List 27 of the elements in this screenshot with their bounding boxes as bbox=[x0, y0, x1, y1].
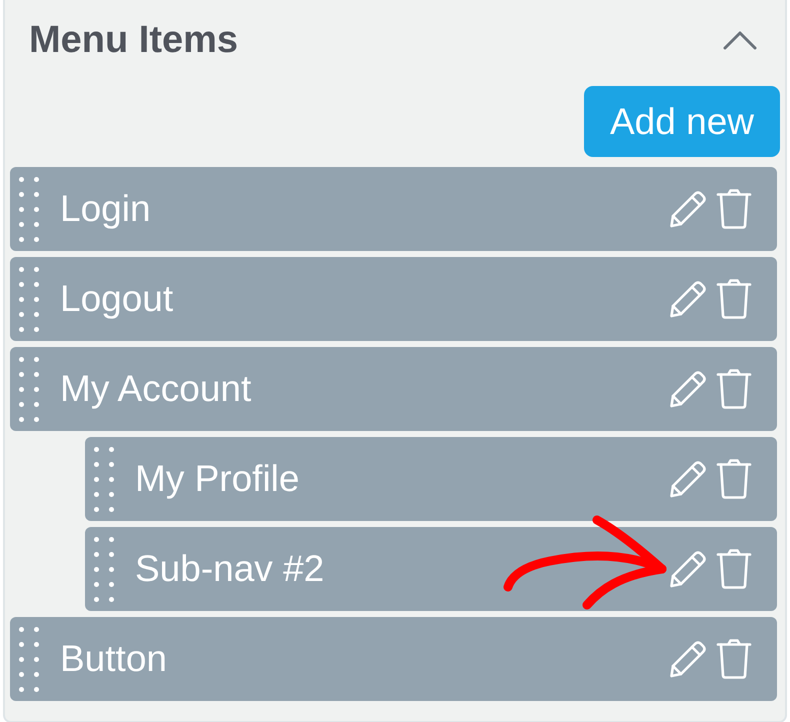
menu-item-label: Button bbox=[60, 638, 167, 680]
drag-handle-icon[interactable] bbox=[19, 356, 39, 422]
drag-handle-icon[interactable] bbox=[94, 536, 114, 602]
trash-icon[interactable] bbox=[716, 279, 752, 319]
trash-icon[interactable] bbox=[716, 549, 752, 589]
menu-item-label: Sub-nav #2 bbox=[135, 548, 324, 590]
drag-handle-icon[interactable] bbox=[19, 176, 39, 242]
drag-handle-icon[interactable] bbox=[19, 626, 39, 692]
menu-item-label: My Account bbox=[60, 368, 252, 410]
add-new-button[interactable]: Add new bbox=[584, 86, 780, 157]
pencil-icon[interactable] bbox=[668, 549, 708, 589]
drag-handle-icon[interactable] bbox=[19, 266, 39, 332]
pencil-icon[interactable] bbox=[668, 189, 708, 229]
pencil-icon[interactable] bbox=[668, 369, 708, 409]
panel-title: Menu Items bbox=[29, 21, 238, 59]
menu-item-label: Logout bbox=[60, 278, 174, 320]
trash-icon[interactable] bbox=[716, 639, 752, 679]
pencil-icon[interactable] bbox=[668, 279, 708, 319]
trash-icon[interactable] bbox=[716, 189, 752, 229]
menu-item-label: My Profile bbox=[135, 458, 300, 500]
chevron-up-icon[interactable] bbox=[723, 30, 757, 50]
trash-icon[interactable] bbox=[716, 459, 752, 499]
pencil-icon[interactable] bbox=[668, 639, 708, 679]
drag-handle-icon[interactable] bbox=[94, 446, 114, 512]
menu-item-label: Login bbox=[60, 188, 151, 230]
pencil-icon[interactable] bbox=[668, 459, 708, 499]
trash-icon[interactable] bbox=[716, 369, 752, 409]
